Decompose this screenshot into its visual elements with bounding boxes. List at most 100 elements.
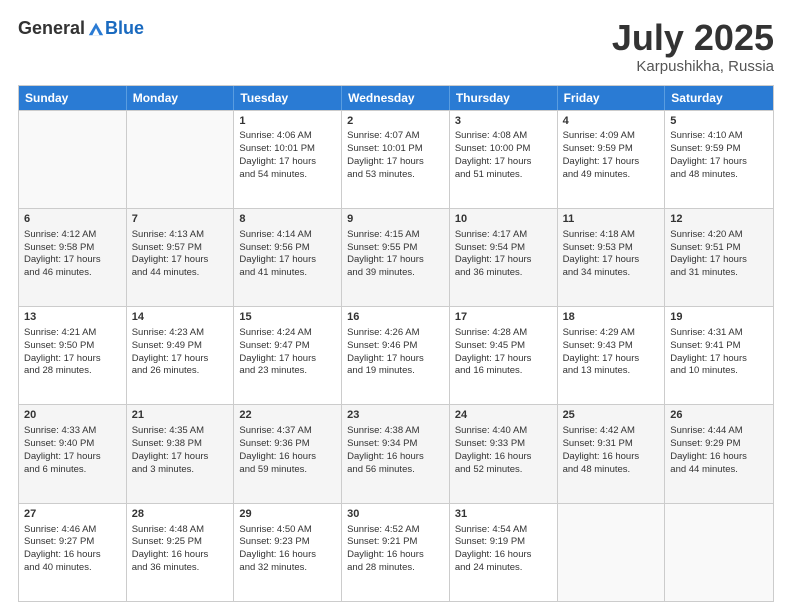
day-number: 2 xyxy=(347,114,444,129)
daylight-line: Daylight: 16 hours xyxy=(670,451,768,464)
daylight-line: and 54 minutes. xyxy=(239,169,336,182)
calendar-cell: 15Sunrise: 4:24 AMSunset: 9:47 PMDayligh… xyxy=(234,307,342,404)
sunset-line: Sunset: 9:25 PM xyxy=(132,536,229,549)
sunrise-line: Sunrise: 4:40 AM xyxy=(455,425,552,438)
sunset-line: Sunset: 9:23 PM xyxy=(239,536,336,549)
calendar-cell xyxy=(19,111,127,208)
daylight-line: Daylight: 17 hours xyxy=(347,156,444,169)
calendar-cell: 2Sunrise: 4:07 AMSunset: 10:01 PMDayligh… xyxy=(342,111,450,208)
sunrise-line: Sunrise: 4:50 AM xyxy=(239,524,336,537)
calendar-cell xyxy=(127,111,235,208)
calendar-cell: 25Sunrise: 4:42 AMSunset: 9:31 PMDayligh… xyxy=(558,405,666,502)
daylight-line: Daylight: 17 hours xyxy=(239,156,336,169)
daylight-line: and 48 minutes. xyxy=(670,169,768,182)
sunset-line: Sunset: 9:56 PM xyxy=(239,242,336,255)
day-number: 9 xyxy=(347,212,444,227)
daylight-line: Daylight: 17 hours xyxy=(347,353,444,366)
logo-general-text: General xyxy=(18,18,85,39)
daylight-line: Daylight: 17 hours xyxy=(563,156,660,169)
daylight-line: and 36 minutes. xyxy=(132,562,229,575)
calendar-cell: 1Sunrise: 4:06 AMSunset: 10:01 PMDayligh… xyxy=(234,111,342,208)
sunset-line: Sunset: 9:33 PM xyxy=(455,438,552,451)
daylight-line: and 3 minutes. xyxy=(132,464,229,477)
sunset-line: Sunset: 9:21 PM xyxy=(347,536,444,549)
calendar-cell: 18Sunrise: 4:29 AMSunset: 9:43 PMDayligh… xyxy=(558,307,666,404)
calendar-row: 6Sunrise: 4:12 AMSunset: 9:58 PMDaylight… xyxy=(19,208,773,306)
sunrise-line: Sunrise: 4:54 AM xyxy=(455,524,552,537)
sunrise-line: Sunrise: 4:38 AM xyxy=(347,425,444,438)
calendar-cell: 21Sunrise: 4:35 AMSunset: 9:38 PMDayligh… xyxy=(127,405,235,502)
calendar-cell: 8Sunrise: 4:14 AMSunset: 9:56 PMDaylight… xyxy=(234,209,342,306)
sunset-line: Sunset: 10:01 PM xyxy=(239,143,336,156)
sunrise-line: Sunrise: 4:52 AM xyxy=(347,524,444,537)
daylight-line: and 34 minutes. xyxy=(563,267,660,280)
calendar-cell: 6Sunrise: 4:12 AMSunset: 9:58 PMDaylight… xyxy=(19,209,127,306)
calendar-row: 27Sunrise: 4:46 AMSunset: 9:27 PMDayligh… xyxy=(19,503,773,601)
calendar-header-row: SundayMondayTuesdayWednesdayThursdayFrid… xyxy=(19,86,773,110)
daylight-line: and 26 minutes. xyxy=(132,365,229,378)
calendar-cell: 20Sunrise: 4:33 AMSunset: 9:40 PMDayligh… xyxy=(19,405,127,502)
daylight-line: and 44 minutes. xyxy=(132,267,229,280)
daylight-line: Daylight: 17 hours xyxy=(24,451,121,464)
daylight-line: Daylight: 17 hours xyxy=(670,254,768,267)
calendar-cell: 14Sunrise: 4:23 AMSunset: 9:49 PMDayligh… xyxy=(127,307,235,404)
header-cell-thursday: Thursday xyxy=(450,86,558,110)
sunrise-line: Sunrise: 4:28 AM xyxy=(455,327,552,340)
sunset-line: Sunset: 9:49 PM xyxy=(132,340,229,353)
calendar-cell: 9Sunrise: 4:15 AMSunset: 9:55 PMDaylight… xyxy=(342,209,450,306)
day-number: 19 xyxy=(670,310,768,325)
sunset-line: Sunset: 9:19 PM xyxy=(455,536,552,549)
daylight-line: Daylight: 17 hours xyxy=(132,254,229,267)
day-number: 20 xyxy=(24,408,121,423)
day-number: 5 xyxy=(670,114,768,129)
daylight-line: Daylight: 17 hours xyxy=(24,254,121,267)
daylight-line: and 28 minutes. xyxy=(347,562,444,575)
daylight-line: and 13 minutes. xyxy=(563,365,660,378)
sunrise-line: Sunrise: 4:12 AM xyxy=(24,229,121,242)
daylight-line: and 28 minutes. xyxy=(24,365,121,378)
sunset-line: Sunset: 9:50 PM xyxy=(24,340,121,353)
daylight-line: and 44 minutes. xyxy=(670,464,768,477)
sunrise-line: Sunrise: 4:21 AM xyxy=(24,327,121,340)
sunset-line: Sunset: 9:38 PM xyxy=(132,438,229,451)
sunrise-line: Sunrise: 4:48 AM xyxy=(132,524,229,537)
daylight-line: Daylight: 17 hours xyxy=(563,254,660,267)
day-number: 30 xyxy=(347,507,444,522)
sunrise-line: Sunrise: 4:23 AM xyxy=(132,327,229,340)
sunrise-line: Sunrise: 4:18 AM xyxy=(563,229,660,242)
calendar-cell: 27Sunrise: 4:46 AMSunset: 9:27 PMDayligh… xyxy=(19,504,127,601)
calendar-cell: 4Sunrise: 4:09 AMSunset: 9:59 PMDaylight… xyxy=(558,111,666,208)
daylight-line: and 6 minutes. xyxy=(24,464,121,477)
sunrise-line: Sunrise: 4:20 AM xyxy=(670,229,768,242)
calendar-cell: 16Sunrise: 4:26 AMSunset: 9:46 PMDayligh… xyxy=(342,307,450,404)
sunrise-line: Sunrise: 4:10 AM xyxy=(670,130,768,143)
header-cell-monday: Monday xyxy=(127,86,235,110)
daylight-line: Daylight: 16 hours xyxy=(132,549,229,562)
header-cell-saturday: Saturday xyxy=(665,86,773,110)
day-number: 25 xyxy=(563,408,660,423)
sunset-line: Sunset: 9:46 PM xyxy=(347,340,444,353)
sunrise-line: Sunrise: 4:07 AM xyxy=(347,130,444,143)
day-number: 1 xyxy=(239,114,336,129)
day-number: 29 xyxy=(239,507,336,522)
calendar: SundayMondayTuesdayWednesdayThursdayFrid… xyxy=(18,85,774,602)
sunrise-line: Sunrise: 4:29 AM xyxy=(563,327,660,340)
daylight-line: Daylight: 17 hours xyxy=(132,353,229,366)
daylight-line: and 16 minutes. xyxy=(455,365,552,378)
sunrise-line: Sunrise: 4:46 AM xyxy=(24,524,121,537)
sunset-line: Sunset: 9:54 PM xyxy=(455,242,552,255)
calendar-row: 13Sunrise: 4:21 AMSunset: 9:50 PMDayligh… xyxy=(19,306,773,404)
daylight-line: and 36 minutes. xyxy=(455,267,552,280)
calendar-cell: 28Sunrise: 4:48 AMSunset: 9:25 PMDayligh… xyxy=(127,504,235,601)
day-number: 24 xyxy=(455,408,552,423)
sunset-line: Sunset: 9:40 PM xyxy=(24,438,121,451)
calendar-cell xyxy=(665,504,773,601)
daylight-line: and 53 minutes. xyxy=(347,169,444,182)
day-number: 22 xyxy=(239,408,336,423)
daylight-line: and 39 minutes. xyxy=(347,267,444,280)
daylight-line: Daylight: 16 hours xyxy=(347,549,444,562)
sunset-line: Sunset: 10:01 PM xyxy=(347,143,444,156)
sunset-line: Sunset: 9:34 PM xyxy=(347,438,444,451)
daylight-line: and 24 minutes. xyxy=(455,562,552,575)
calendar-cell: 19Sunrise: 4:31 AMSunset: 9:41 PMDayligh… xyxy=(665,307,773,404)
